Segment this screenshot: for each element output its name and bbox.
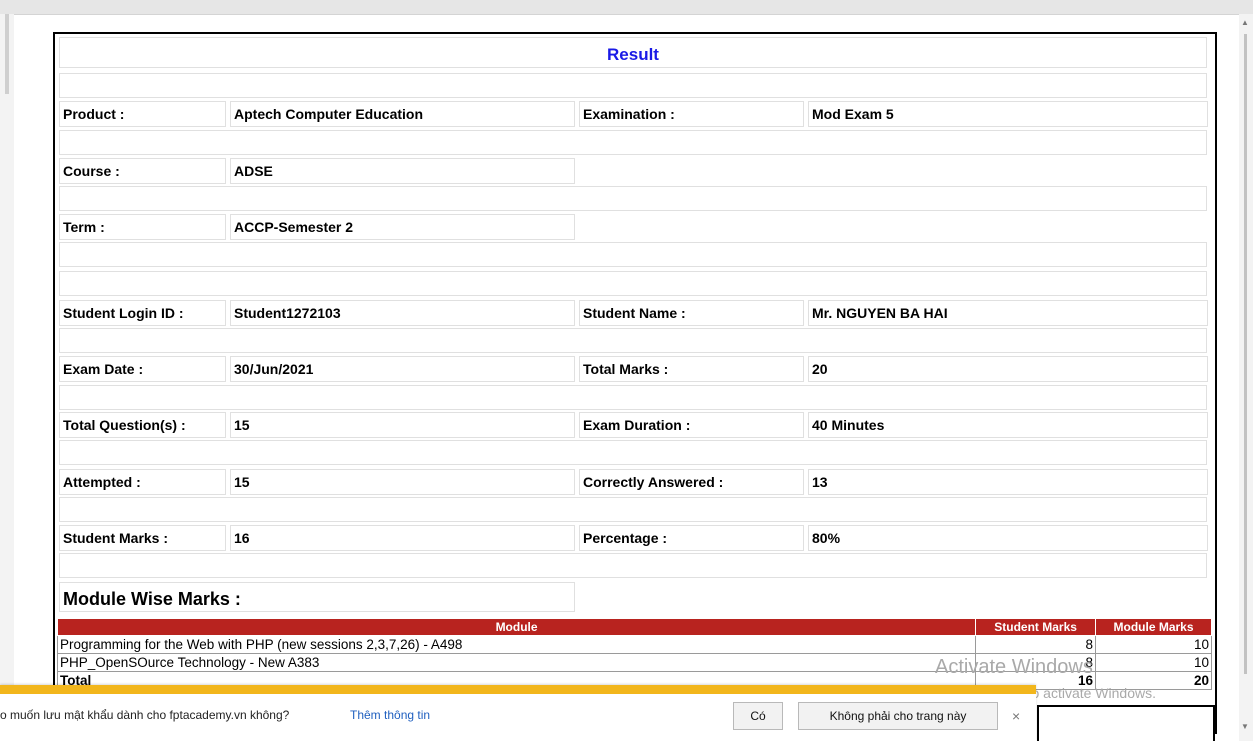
total-marks-value: 20: [808, 356, 1208, 382]
module-name: Programming for the Web with PHP (new se…: [56, 635, 977, 654]
course-label: Course :: [59, 158, 226, 184]
course-value: ADSE: [230, 158, 575, 184]
student-marks-label: Student Marks :: [59, 525, 226, 551]
vertical-scrollbar[interactable]: ▲ ▼: [1239, 14, 1253, 741]
table-row: Programming for the Web with PHP (new se…: [56, 635, 1212, 654]
spacer-row: [59, 440, 1207, 465]
attempted-value: 15: [230, 469, 575, 495]
page-title: Result: [59, 37, 1207, 68]
left-edge-thumb: [5, 14, 9, 94]
student-marks: 8: [975, 635, 1097, 654]
result-frame: Result Product : Aptech Computer Educati…: [53, 32, 1217, 734]
student-name-label: Student Name :: [579, 300, 804, 326]
total-questions-value: 15: [230, 412, 575, 438]
attempted-label: Attempted :: [59, 469, 226, 495]
product-value: Aptech Computer Education: [230, 101, 575, 127]
percentage-label: Percentage :: [579, 525, 804, 551]
yes-button[interactable]: Có: [733, 702, 783, 730]
infobar-stripe: [0, 685, 1036, 694]
spacer-row: [59, 73, 1207, 98]
more-info-link[interactable]: Thêm thông tin: [350, 708, 430, 722]
scrollbar-thumb[interactable]: [1244, 34, 1247, 674]
spacer-row: [59, 553, 1207, 578]
spacer-row: [59, 328, 1207, 353]
exam-duration-value: 40 Minutes: [808, 412, 1208, 438]
module-marks: 10: [1095, 635, 1212, 654]
table-header-row: Module Student Marks Module Marks: [56, 618, 1212, 636]
save-password-message: o muốn lưu mật khẩu dành cho fptacademy.…: [0, 708, 290, 722]
spacer-row: [59, 242, 1207, 267]
exam-date-label: Exam Date :: [59, 356, 226, 382]
col-header-student-marks: Student Marks: [975, 618, 1097, 636]
student-name-value: Mr. NGUYEN BA HAI: [808, 300, 1208, 326]
col-header-module: Module: [56, 618, 977, 636]
product-label: Product :: [59, 101, 226, 127]
spacer-row: [59, 130, 1207, 155]
spacer-row: [59, 271, 1207, 296]
student-marks-value: 16: [230, 525, 575, 551]
term-value: ACCP-Semester 2: [230, 214, 575, 240]
spacer-row: [59, 497, 1207, 522]
student-login-id-label: Student Login ID :: [59, 300, 226, 326]
spacer-row: [59, 385, 1207, 410]
correctly-answered-label: Correctly Answered :: [579, 469, 804, 495]
exam-date-value: 30/Jun/2021: [230, 356, 575, 382]
close-icon[interactable]: ×: [1012, 708, 1020, 724]
col-header-module-marks: Module Marks: [1095, 618, 1212, 636]
student-login-id-value: Student1272103: [230, 300, 575, 326]
total-marks-label: Total Marks :: [579, 356, 804, 382]
percentage-value: 80%: [808, 525, 1208, 551]
spacer-row: [59, 186, 1207, 211]
examination-value: Mod Exam 5: [808, 101, 1208, 127]
never-for-this-site-button[interactable]: Không phải cho trang này: [798, 702, 998, 730]
scroll-down-arrow-icon[interactable]: ▼: [1241, 722, 1249, 731]
total-questions-label: Total Question(s) :: [59, 412, 226, 438]
module-name: PHP_OpenSOurce Technology - New A383: [56, 653, 977, 672]
term-label: Term :: [59, 214, 226, 240]
watermark-line-1: Activate Windows: [935, 656, 1093, 678]
lower-frame-edge: [1037, 705, 1215, 741]
left-edge: [0, 14, 14, 741]
correctly-answered-value: 13: [808, 469, 1208, 495]
browser-top-strip: [0, 0, 1253, 15]
exam-duration-label: Exam Duration :: [579, 412, 804, 438]
scroll-up-arrow-icon[interactable]: ▲: [1241, 18, 1249, 27]
module-wise-marks-heading: Module Wise Marks :: [59, 582, 575, 612]
save-password-infobar: o muốn lưu mật khẩu dành cho fptacademy.…: [0, 685, 1036, 741]
examination-label: Examination :: [579, 101, 804, 127]
